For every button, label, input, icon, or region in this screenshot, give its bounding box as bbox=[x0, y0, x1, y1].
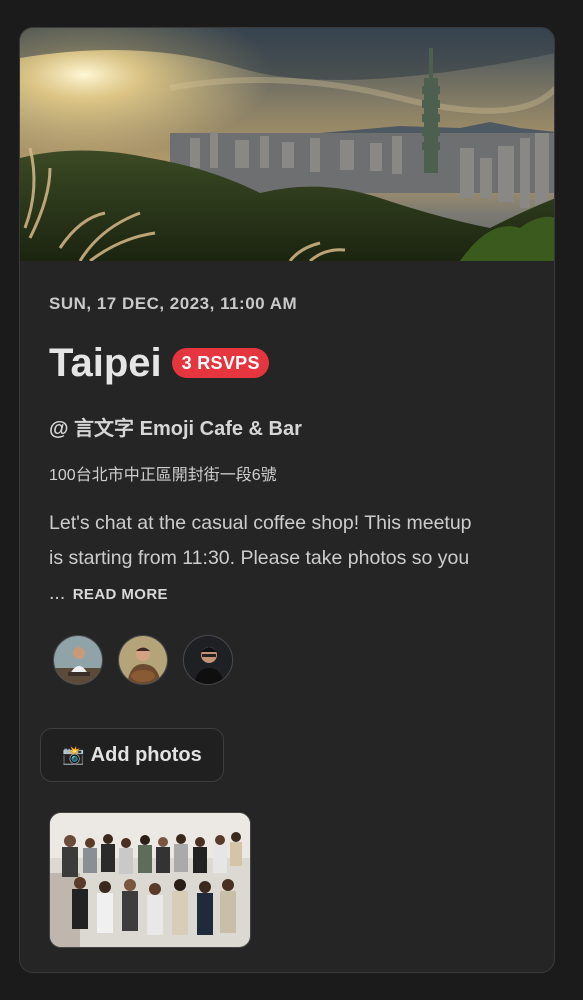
attendee-avatar[interactable] bbox=[183, 635, 233, 685]
attendee-avatar[interactable] bbox=[53, 635, 103, 685]
event-title: Taipei bbox=[49, 341, 162, 385]
event-card: SUN, 17 DEC, 2023, 11:00 AM Taipei 3 RSV… bbox=[19, 27, 555, 973]
attendee-avatars bbox=[53, 635, 233, 685]
rsvp-badge: 3 RSVPS bbox=[171, 348, 269, 378]
event-description: Let's chat at the casual coffee shop! Th… bbox=[49, 506, 489, 612]
add-photos-button[interactable]: 📸 Add photos bbox=[40, 728, 224, 782]
event-photo-thumbnail[interactable] bbox=[49, 812, 251, 948]
event-venue: @ 言文字 Emoji Cafe & Bar bbox=[49, 418, 302, 440]
event-address: 100台北市中正區開封街一段6號 bbox=[49, 467, 277, 484]
event-date: SUN, 17 DEC, 2023, 11:00 AM bbox=[49, 294, 298, 313]
camera-flash-icon: 📸 bbox=[62, 744, 85, 765]
attendee-avatar[interactable] bbox=[118, 635, 168, 685]
read-more-link[interactable]: READ MORE bbox=[73, 586, 168, 603]
event-title-row: Taipei 3 RSVPS bbox=[49, 339, 269, 387]
event-hero-image bbox=[20, 28, 554, 261]
add-photos-label: Add photos bbox=[90, 743, 202, 766]
